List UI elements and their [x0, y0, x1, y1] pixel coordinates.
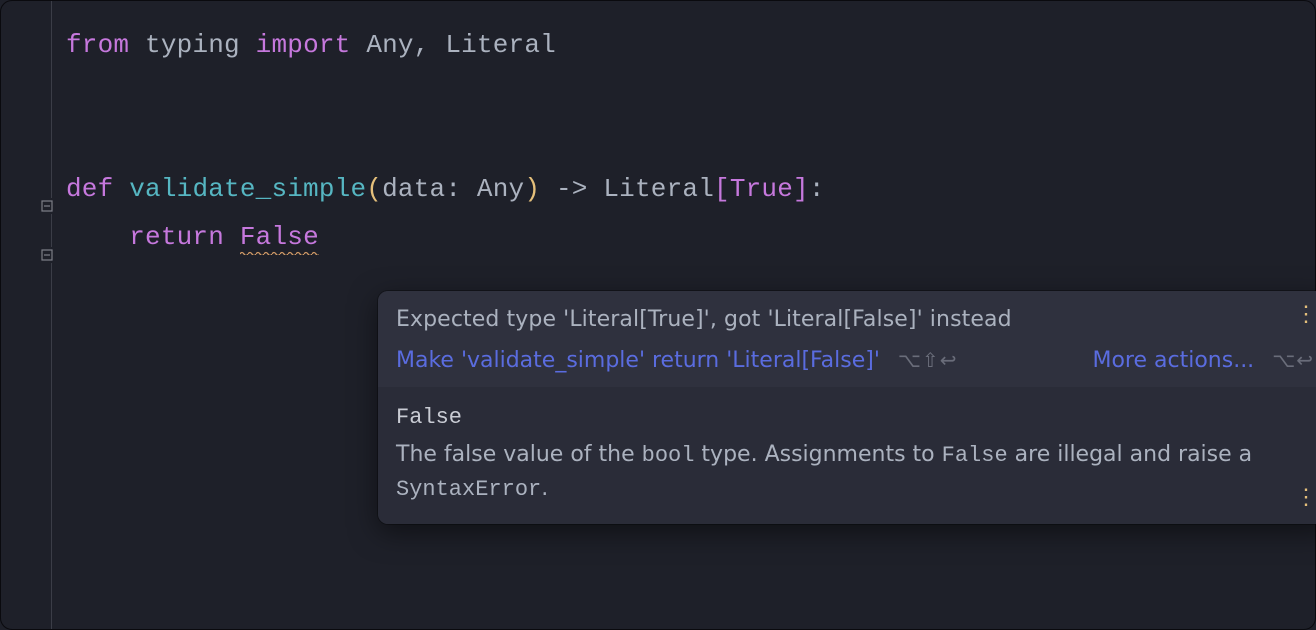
fold-region-start-icon[interactable] — [39, 198, 55, 214]
indent — [66, 222, 129, 252]
code-line-4[interactable]: def validate_simple(data: Any) -> Litera… — [56, 165, 1315, 213]
def-colon: : — [809, 174, 825, 204]
doc-text: . — [541, 476, 548, 501]
close-bracket: ] — [793, 174, 809, 204]
keyword-return: return — [129, 222, 224, 252]
kebab-menu-icon[interactable]: ⋮ — [1295, 305, 1316, 327]
code-editor[interactable]: from typing import Any, Literal def vali… — [1, 1, 1315, 629]
code-area[interactable]: from typing import Any, Literal def vali… — [56, 1, 1315, 629]
documentation-panel: False The false value of the bool type. … — [378, 387, 1316, 524]
open-bracket: [ — [714, 174, 730, 204]
code-line-1[interactable]: from typing import Any, Literal — [56, 21, 1315, 69]
quickfix-actions-row: Make 'validate_simple' return 'Literal[F… — [396, 348, 1314, 373]
doc-text: The false value of the — [396, 442, 642, 467]
literal-true: True — [730, 174, 793, 204]
doc-code-syntaxerror: SyntaxError — [396, 477, 541, 502]
param-type: Any — [461, 174, 524, 204]
keyword-def: def — [66, 174, 113, 204]
return-type: Literal — [603, 174, 714, 204]
arrow: -> — [540, 174, 603, 204]
inspection-popup: Expected type 'Literal[True]', got 'Lite… — [378, 291, 1316, 524]
doc-description: The false value of the bool type. Assign… — [396, 438, 1314, 506]
error-message: Expected type 'Literal[True]', got 'Lite… — [396, 305, 1314, 336]
return-value-error[interactable]: False — [240, 213, 319, 261]
quickfix-shortcut: ⌥⇧↩ — [898, 348, 958, 372]
close-paren: ) — [524, 174, 540, 204]
keyword-import: import — [256, 30, 351, 60]
doc-text: type. Assignments to — [694, 442, 941, 467]
inspection-header: Expected type 'Literal[True]', got 'Lite… — [378, 291, 1316, 387]
param-colon: : — [445, 174, 461, 204]
gutter-ruler — [51, 1, 52, 629]
doc-code-false: False — [942, 443, 1008, 468]
fold-collapse-icon[interactable] — [39, 247, 55, 263]
code-line-5[interactable]: return False — [56, 213, 1315, 261]
kebab-menu-icon[interactable]: ⋮ — [1295, 488, 1316, 510]
quickfix-link[interactable]: Make 'validate_simple' return 'Literal[F… — [396, 348, 880, 373]
code-line-2[interactable] — [56, 69, 1315, 117]
more-actions-link[interactable]: More actions... — [1092, 348, 1254, 373]
module-name: typing — [145, 30, 240, 60]
doc-symbol-name: False — [396, 405, 1314, 430]
code-line-3[interactable] — [56, 117, 1315, 165]
gutter — [1, 1, 56, 629]
open-paren: ( — [366, 174, 382, 204]
doc-code-bool: bool — [642, 443, 695, 468]
param-name: data — [382, 174, 445, 204]
more-actions-shortcut: ⌥↩ — [1272, 348, 1314, 372]
doc-text: are illegal and raise a — [1008, 442, 1252, 467]
import-names: Any, Literal — [366, 30, 556, 60]
function-name: validate_simple — [129, 174, 366, 204]
keyword-from: from — [66, 30, 129, 60]
